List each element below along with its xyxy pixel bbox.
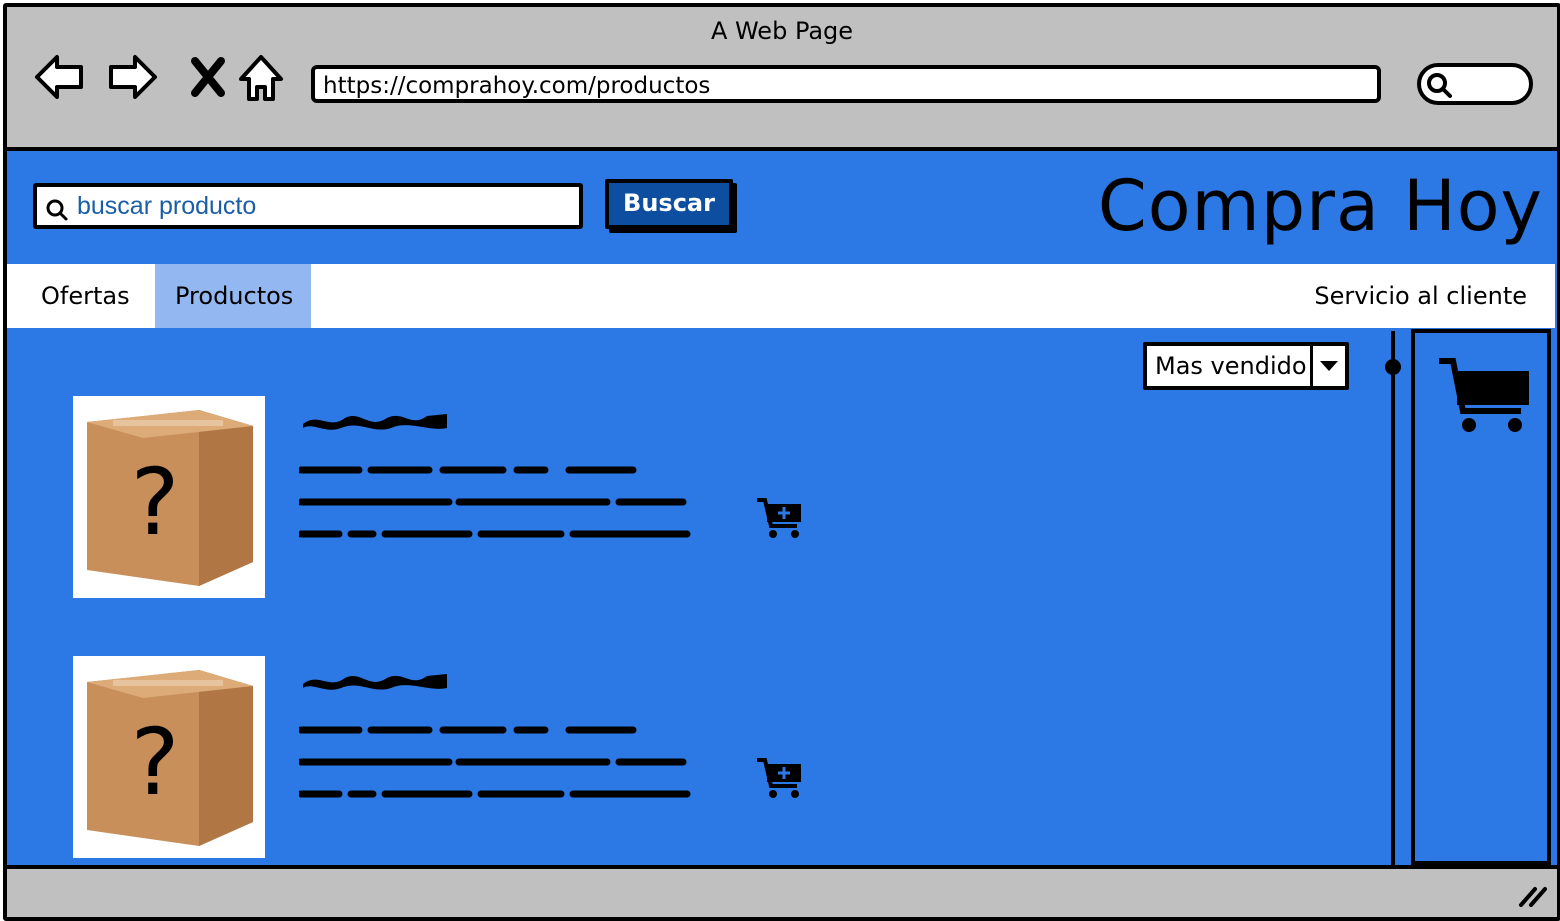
scrollbar-track[interactable]: [1391, 331, 1395, 867]
shopping-cart-icon[interactable]: [1437, 355, 1533, 435]
product-description-placeholder: [299, 466, 691, 538]
product-description-placeholder: [299, 726, 691, 798]
scrollbar-thumb[interactable]: [1385, 359, 1401, 375]
site-brand-title: Compra Hoy: [1097, 165, 1543, 247]
product-list-area: Mas vendido ? ?: [7, 328, 1389, 865]
address-bar-url: https://comprahoy.com/productos: [323, 73, 711, 99]
svg-text:?: ?: [131, 449, 180, 556]
sort-dropdown-value: Mas vendido: [1155, 352, 1307, 380]
product-title-placeholder: [303, 674, 447, 690]
product-search-box[interactable]: [33, 183, 583, 229]
chevron-down-icon[interactable]: [1310, 346, 1345, 386]
home-icon[interactable]: [235, 49, 287, 105]
product-search-input[interactable]: [77, 191, 557, 221]
search-icon: [46, 199, 68, 221]
svg-text:?: ?: [131, 709, 180, 816]
product-card: ?: [73, 656, 833, 858]
window-title: A Web Page: [710, 17, 854, 45]
forward-arrow-icon[interactable]: [107, 49, 159, 105]
menu-item-customer-service[interactable]: Servicio al cliente: [1294, 264, 1547, 328]
sort-dropdown[interactable]: Mas vendido: [1143, 342, 1349, 390]
menu-item-ofertas[interactable]: Ofertas: [21, 264, 147, 328]
add-to-cart-icon[interactable]: [755, 756, 805, 800]
cart-sidebar: [1411, 329, 1551, 865]
browser-titlebar: A Web Page https://comprahoy.com/product…: [7, 7, 1557, 151]
question-box-icon: ?: [87, 410, 253, 586]
product-card: ?: [73, 396, 833, 598]
main-menu: Ofertas Productos Servicio al cliente: [7, 264, 1555, 328]
resize-grip-icon[interactable]: [1517, 883, 1547, 907]
add-to-cart-icon[interactable]: [755, 496, 805, 540]
address-bar[interactable]: https://comprahoy.com/productos: [311, 65, 1381, 103]
browser-window: A Web Page https://comprahoy.com/product…: [3, 3, 1560, 921]
product-image[interactable]: ?: [73, 396, 265, 598]
question-box-icon: ?: [87, 670, 253, 846]
menu-item-productos[interactable]: Productos: [155, 264, 311, 328]
stop-icon[interactable]: [183, 49, 235, 105]
product-image[interactable]: ?: [73, 656, 265, 858]
search-icon: [1427, 73, 1452, 98]
site-header: Buscar Compra Hoy: [7, 151, 1557, 263]
browser-statusbar: [7, 865, 1557, 917]
website-area: Buscar Compra Hoy Ofertas Productos Serv…: [7, 151, 1557, 867]
browser-search-field[interactable]: [1417, 63, 1533, 105]
product-title-placeholder: [303, 414, 447, 430]
back-arrow-icon[interactable]: [33, 49, 85, 105]
search-button[interactable]: Buscar: [605, 179, 733, 229]
